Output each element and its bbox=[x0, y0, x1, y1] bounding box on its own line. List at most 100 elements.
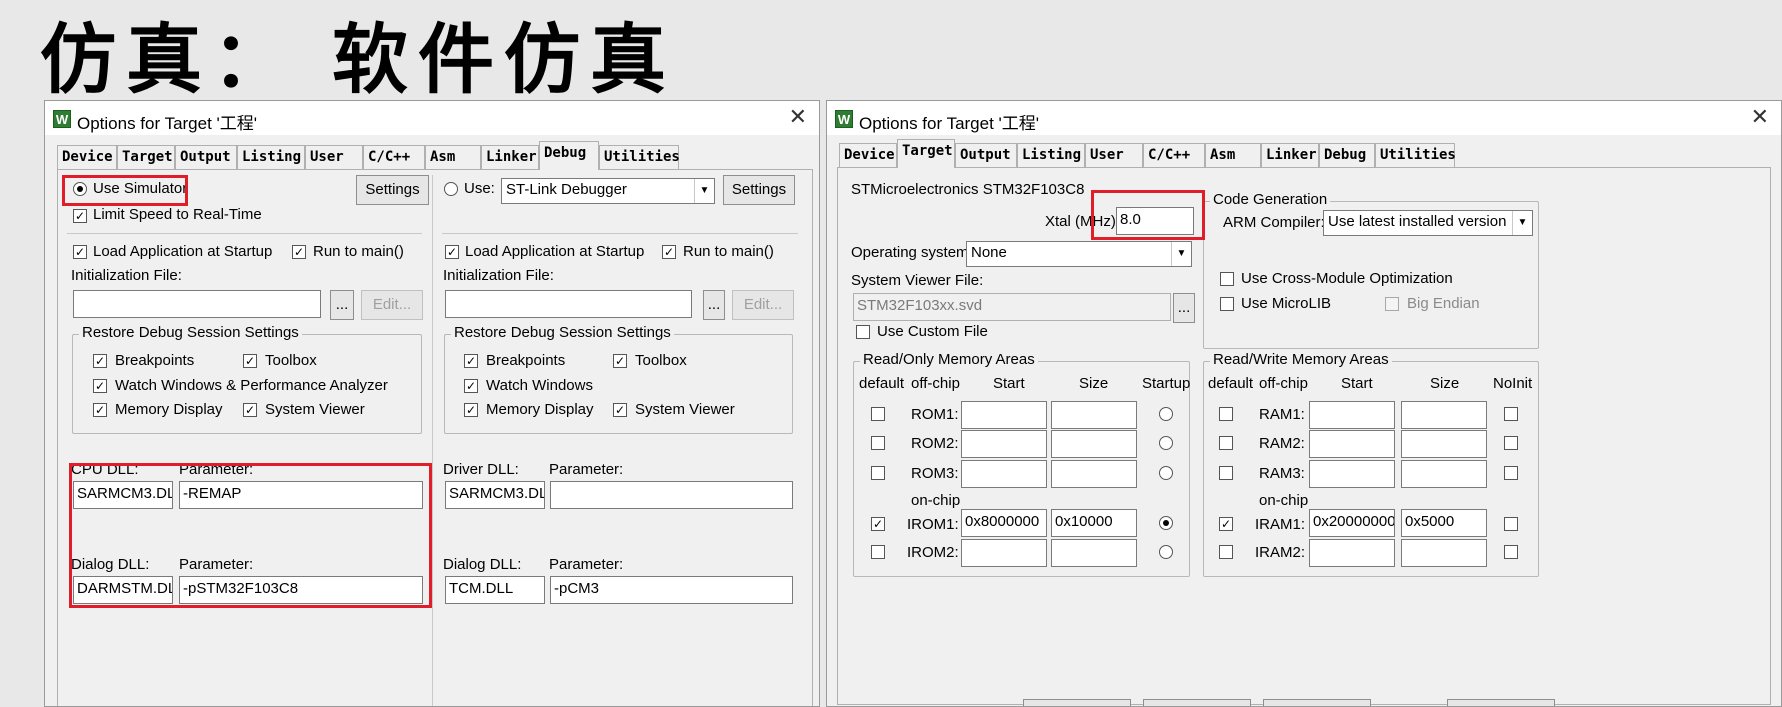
debugger-settings-button[interactable]: Settings bbox=[723, 175, 795, 205]
tab-asm[interactable]: Asm bbox=[1205, 143, 1261, 167]
ram2-default-checkbox[interactable] bbox=[1219, 436, 1233, 450]
irom2-default-checkbox[interactable] bbox=[871, 545, 885, 559]
tab-listing[interactable]: Listing bbox=[237, 145, 305, 169]
tab-device[interactable]: Device bbox=[57, 145, 117, 169]
tab-user[interactable]: User bbox=[1085, 143, 1143, 167]
tab-target[interactable]: Target bbox=[897, 139, 955, 168]
irom2-start-input[interactable] bbox=[961, 539, 1047, 567]
tab-output[interactable]: Output bbox=[175, 145, 237, 169]
microlib-checkbox[interactable] bbox=[1220, 297, 1234, 311]
tab-device[interactable]: Device bbox=[839, 143, 897, 167]
iram1-noinit-checkbox[interactable] bbox=[1504, 517, 1518, 531]
tab-cpp[interactable]: C/C++ bbox=[363, 145, 425, 169]
tab-debug[interactable]: Debug bbox=[539, 141, 599, 170]
right-init-file-edit-button[interactable]: Edit... bbox=[732, 290, 794, 320]
right-memory-display-checkbox[interactable]: ✓ bbox=[464, 403, 478, 417]
tab-linker[interactable]: Linker bbox=[1261, 143, 1319, 167]
tab-cpp[interactable]: C/C++ bbox=[1143, 143, 1205, 167]
ram2-noinit-checkbox[interactable] bbox=[1504, 436, 1518, 450]
iram2-default-checkbox[interactable] bbox=[1219, 545, 1233, 559]
os-select[interactable]: None ▼ bbox=[966, 241, 1192, 267]
right-dialog-dll-input[interactable]: TCM.DLL bbox=[445, 576, 545, 604]
ram1-default-checkbox[interactable] bbox=[1219, 407, 1233, 421]
rom1-size-input[interactable] bbox=[1051, 401, 1137, 429]
arm-compiler-select[interactable]: Use latest installed version ▼ bbox=[1323, 210, 1533, 236]
use-debugger-radio[interactable] bbox=[444, 182, 458, 196]
rom3-size-input[interactable] bbox=[1051, 460, 1137, 488]
toolbox-checkbox[interactable]: ✓ bbox=[243, 354, 257, 368]
rom1-start-input[interactable] bbox=[961, 401, 1047, 429]
ram3-noinit-checkbox[interactable] bbox=[1504, 466, 1518, 480]
right-breakpoints-checkbox[interactable]: ✓ bbox=[464, 354, 478, 368]
rom1-startup-radio[interactable] bbox=[1159, 407, 1173, 421]
tab-utilities[interactable]: Utilities bbox=[599, 145, 680, 169]
cross-module-checkbox[interactable] bbox=[1220, 272, 1234, 286]
tab-asm[interactable]: Asm bbox=[425, 145, 481, 169]
irom1-start-input[interactable]: 0x8000000 bbox=[961, 509, 1047, 537]
rom3-default-checkbox[interactable] bbox=[871, 466, 885, 480]
custom-file-checkbox[interactable] bbox=[856, 325, 870, 339]
close-icon[interactable]: ✕ bbox=[789, 104, 807, 130]
right-toolbox-checkbox[interactable]: ✓ bbox=[613, 354, 627, 368]
init-file-input[interactable] bbox=[73, 290, 321, 318]
rom3-start-input[interactable] bbox=[961, 460, 1047, 488]
tab-listing[interactable]: Listing bbox=[1017, 143, 1085, 167]
ok-button[interactable] bbox=[1023, 699, 1131, 706]
iram2-size-input[interactable] bbox=[1401, 539, 1487, 567]
svd-browse-button[interactable]: ... bbox=[1173, 293, 1195, 323]
big-endian-checkbox[interactable] bbox=[1385, 297, 1399, 311]
right-dialog-param-input[interactable]: -pCM3 bbox=[550, 576, 793, 604]
rom3-startup-radio[interactable] bbox=[1159, 466, 1173, 480]
iram1-default-checkbox[interactable]: ✓ bbox=[1219, 517, 1233, 531]
right-load-app-checkbox[interactable]: ✓ bbox=[445, 245, 459, 259]
tab-linker[interactable]: Linker bbox=[481, 145, 539, 169]
tab-debug[interactable]: Debug bbox=[1319, 143, 1375, 167]
driver-dll-input[interactable]: SARMCM3.DLL bbox=[445, 481, 545, 509]
rom1-default-checkbox[interactable] bbox=[871, 407, 885, 421]
iram1-start-input[interactable]: 0x20000000 bbox=[1309, 509, 1395, 537]
defaults-button[interactable] bbox=[1263, 699, 1371, 706]
rom2-size-input[interactable] bbox=[1051, 430, 1137, 458]
right-run-to-main-checkbox[interactable]: ✓ bbox=[662, 245, 676, 259]
load-app-checkbox[interactable]: ✓ bbox=[73, 245, 87, 259]
irom1-startup-radio[interactable] bbox=[1159, 516, 1173, 530]
iram1-size-input[interactable]: 0x5000 bbox=[1401, 509, 1487, 537]
rom2-start-input[interactable] bbox=[961, 430, 1047, 458]
ram1-size-input[interactable] bbox=[1401, 401, 1487, 429]
right-system-viewer-checkbox[interactable]: ✓ bbox=[613, 403, 627, 417]
right-init-file-input[interactable] bbox=[445, 290, 692, 318]
init-file-edit-button[interactable]: Edit... bbox=[361, 290, 423, 320]
tab-utilities[interactable]: Utilities bbox=[1375, 143, 1456, 167]
rom2-default-checkbox[interactable] bbox=[871, 436, 885, 450]
irom2-size-input[interactable] bbox=[1051, 539, 1137, 567]
init-file-browse-button[interactable]: ... bbox=[330, 290, 354, 320]
breakpoints-checkbox[interactable]: ✓ bbox=[93, 354, 107, 368]
svd-input[interactable]: STM32F103xx.svd bbox=[853, 293, 1171, 321]
cancel-button[interactable] bbox=[1143, 699, 1251, 706]
rom2-startup-radio[interactable] bbox=[1159, 436, 1173, 450]
irom1-size-input[interactable]: 0x10000 bbox=[1051, 509, 1137, 537]
driver-param-input[interactable] bbox=[550, 481, 793, 509]
simulator-settings-button[interactable]: Settings bbox=[356, 175, 429, 205]
iram2-start-input[interactable] bbox=[1309, 539, 1395, 567]
ram1-start-input[interactable] bbox=[1309, 401, 1395, 429]
ram3-size-input[interactable] bbox=[1401, 460, 1487, 488]
limit-speed-checkbox[interactable]: ✓ bbox=[73, 209, 87, 223]
ram2-size-input[interactable] bbox=[1401, 430, 1487, 458]
close-icon[interactable]: ✕ bbox=[1751, 104, 1769, 130]
ram3-start-input[interactable] bbox=[1309, 460, 1395, 488]
iram2-noinit-checkbox[interactable] bbox=[1504, 545, 1518, 559]
irom2-startup-radio[interactable] bbox=[1159, 545, 1173, 559]
system-viewer-checkbox[interactable]: ✓ bbox=[243, 403, 257, 417]
tab-target[interactable]: Target bbox=[117, 145, 175, 169]
ram3-default-checkbox[interactable] bbox=[1219, 466, 1233, 480]
ram2-start-input[interactable] bbox=[1309, 430, 1395, 458]
ram1-noinit-checkbox[interactable] bbox=[1504, 407, 1518, 421]
tab-user[interactable]: User bbox=[305, 145, 363, 169]
debugger-select[interactable]: ST-Link Debugger ▼ bbox=[501, 178, 715, 204]
help-button[interactable] bbox=[1447, 699, 1555, 706]
right-init-file-browse-button[interactable]: ... bbox=[703, 290, 725, 320]
right-watch-windows-checkbox[interactable]: ✓ bbox=[464, 379, 478, 393]
run-to-main-checkbox[interactable]: ✓ bbox=[292, 245, 306, 259]
watch-windows-checkbox[interactable]: ✓ bbox=[93, 379, 107, 393]
